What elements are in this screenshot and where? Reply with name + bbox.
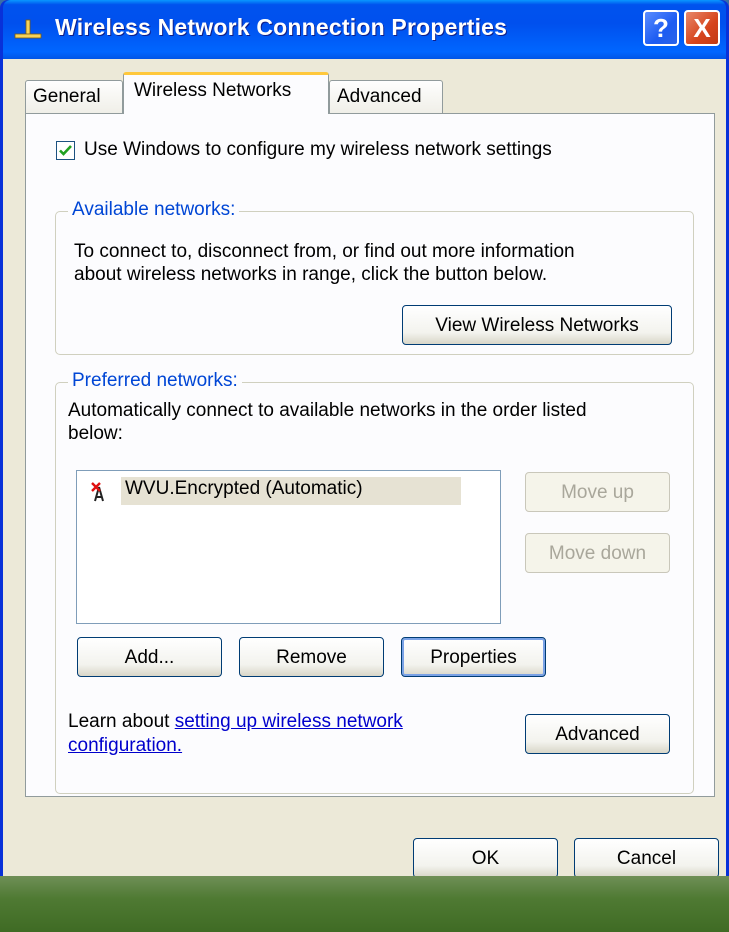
- setup-help-link[interactable]: setting up wireless network: [175, 711, 403, 732]
- cancel-button[interactable]: Cancel: [574, 838, 719, 878]
- use-windows-label[interactable]: Use Windows to configure my wireless net…: [84, 139, 552, 161]
- ok-button[interactable]: OK: [413, 838, 558, 878]
- available-description-line1: To connect to, disconnect from, or find …: [74, 241, 575, 262]
- move-up-button[interactable]: Move up: [525, 472, 670, 512]
- close-button[interactable]: X: [684, 10, 720, 46]
- use-windows-checkbox[interactable]: [56, 141, 75, 160]
- preferred-networks-group: Preferred networks: Automatically connec…: [55, 370, 694, 794]
- help-button[interactable]: ?: [643, 10, 679, 46]
- tab-general[interactable]: General: [25, 80, 123, 113]
- remove-button[interactable]: Remove: [239, 637, 384, 677]
- tab-panel: Use Windows to configure my wireless net…: [25, 113, 715, 797]
- checkmark-icon: [59, 145, 72, 156]
- properties-button[interactable]: Properties: [401, 637, 546, 677]
- move-down-button[interactable]: Move down: [525, 533, 670, 573]
- available-networks-legend: Available networks:: [68, 199, 240, 221]
- available-description-line2: about wireless networks in range, click …: [74, 264, 548, 285]
- dialog-client: General Wireless Networks Advanced Use W…: [3, 59, 726, 878]
- preferred-description: Automatically connect to available netwo…: [68, 399, 587, 445]
- available-description: To connect to, disconnect from, or find …: [74, 240, 575, 286]
- wireless-disconnected-icon: [91, 482, 104, 502]
- advanced-button[interactable]: Advanced: [525, 714, 670, 754]
- preferred-description-line2: below:: [68, 423, 123, 444]
- window-title: Wireless Network Connection Properties: [55, 14, 508, 40]
- title-bar[interactable]: Wireless Network Connection Properties ?…: [3, 0, 726, 59]
- tab-wireless-networks[interactable]: Wireless Networks: [123, 72, 329, 114]
- preferred-networks-list[interactable]: WVU.Encrypted (Automatic): [76, 470, 501, 624]
- list-item[interactable]: WVU.Encrypted (Automatic): [81, 475, 461, 505]
- learn-about-text: Learn about setting up wireless network …: [68, 710, 403, 758]
- network-connection-icon: [14, 19, 42, 39]
- preferred-description-line1: Automatically connect to available netwo…: [68, 400, 587, 421]
- preferred-networks-legend: Preferred networks:: [68, 370, 242, 392]
- view-wireless-networks-button[interactable]: View Wireless Networks: [402, 305, 672, 345]
- desktop-background: [0, 876, 729, 932]
- add-button[interactable]: Add...: [77, 637, 222, 677]
- network-name: WVU.Encrypted (Automatic): [125, 478, 363, 499]
- learn-about-prefix: Learn about: [68, 711, 175, 732]
- tab-advanced[interactable]: Advanced: [329, 80, 443, 113]
- dialog-window: Wireless Network Connection Properties ?…: [0, 0, 729, 878]
- available-networks-group: Available networks: To connect to, disco…: [55, 199, 694, 355]
- setup-help-link-continued[interactable]: configuration.: [68, 735, 182, 756]
